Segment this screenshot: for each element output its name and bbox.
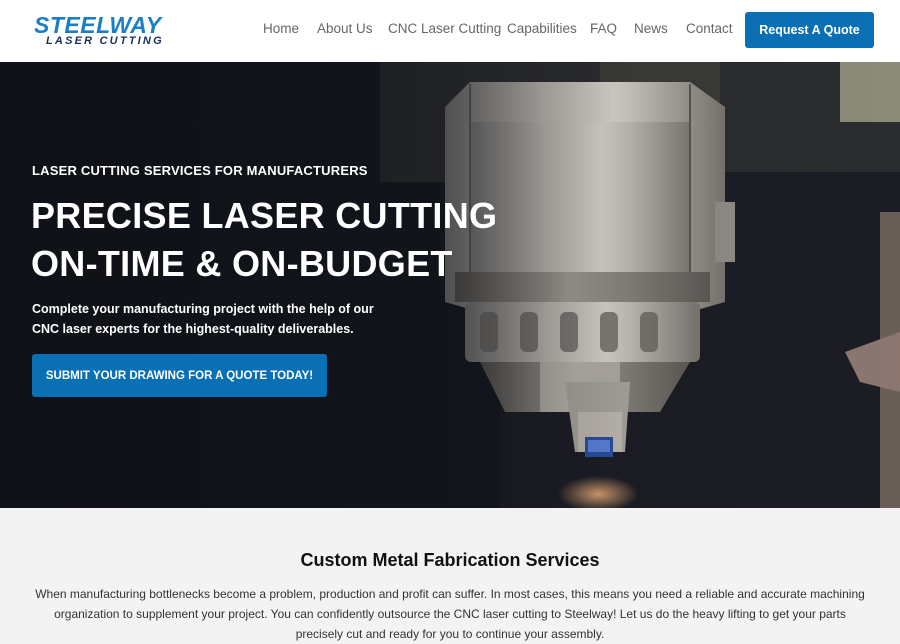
hero-description-line-1: Complete your manufacturing project with… <box>32 302 374 316</box>
hero-title-line-1: PRECISE LASER CUTTING <box>31 195 498 236</box>
nav-about-us[interactable]: About Us <box>317 21 373 36</box>
nav-faq[interactable]: FAQ <box>590 21 617 36</box>
hero-description: Complete your manufacturing project with… <box>32 299 392 339</box>
services-section: Custom Metal Fabrication Services When m… <box>0 508 900 643</box>
nav-contact[interactable]: Contact <box>686 21 733 36</box>
services-text: When manufacturing bottlenecks become a … <box>35 587 865 641</box>
logo-subtext: LASER CUTTING <box>46 35 164 47</box>
hero-eyebrow: LASER CUTTING SERVICES FOR MANUFACTURERS <box>32 163 368 178</box>
submit-drawing-button[interactable]: SUBMIT YOUR DRAWING FOR A QUOTE TODAY! <box>32 354 327 397</box>
hero-section: LASER CUTTING SERVICES FOR MANUFACTURERS… <box>0 62 900 508</box>
nav-home[interactable]: Home <box>263 21 299 36</box>
logo-wordmark: STEELWAY <box>34 12 162 38</box>
nav-news[interactable]: News <box>634 21 668 36</box>
nav-cnc-laser-cutting[interactable]: CNC Laser Cutting <box>388 21 501 36</box>
steelway-logo[interactable]: STEELWAY LASER CUTTING <box>34 12 180 48</box>
services-title: Custom Metal Fabrication Services <box>300 550 600 570</box>
hero-description-line-2: CNC laser experts for the highest-qualit… <box>32 322 354 336</box>
nav-capabilities[interactable]: Capabilities <box>507 21 577 36</box>
hero-title-line-2: ON-TIME & ON-BUDGET <box>31 243 453 284</box>
request-quote-button[interactable]: Request A Quote <box>745 12 874 48</box>
site-header: STEELWAY LASER CUTTING Home About Us CNC… <box>0 0 900 62</box>
hero-title: PRECISE LASER CUTTING ON-TIME & ON-BUDGE… <box>31 192 497 288</box>
